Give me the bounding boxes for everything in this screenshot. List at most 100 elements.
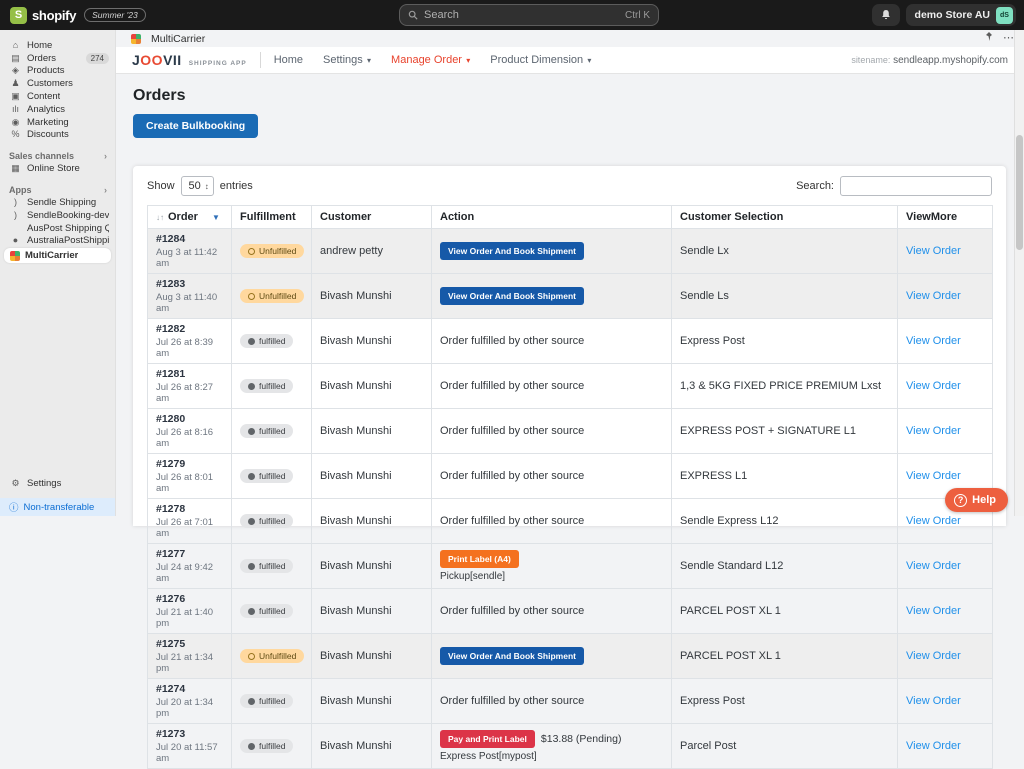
page-scrollbar[interactable] <box>1014 30 1024 516</box>
non-transferable-banner[interactable]: ⓘ Non-transferable <box>0 498 115 516</box>
table-search-input[interactable] <box>840 176 992 196</box>
customer-cell: andrew petty <box>312 229 432 274</box>
view-order-link[interactable]: View Order <box>906 335 961 347</box>
filled-circle-icon <box>248 743 255 750</box>
view-order-link[interactable]: View Order <box>906 650 961 662</box>
column-header-customer[interactable]: Customer <box>312 206 432 229</box>
scrollbar-thumb[interactable] <box>1016 135 1023 250</box>
action-text: Order fulfilled by other source <box>440 695 584 707</box>
view-order-link[interactable]: View Order <box>906 245 961 257</box>
table-row: #1279Jul 26 at 8:01 amfulfilledBivash Mu… <box>148 454 993 499</box>
pay-print-label-button[interactable]: Pay and Print Label <box>440 730 535 748</box>
sidebar-item-online-store[interactable]: ▦Online Store <box>0 162 115 175</box>
sidebar-item-auspost-shipping-quote-[interactable]: AusPost Shipping Quote &... <box>0 222 115 235</box>
sidebar-item-australiapostshipping-v2[interactable]: ●AustraliaPostShipping_v2 <box>0 235 115 248</box>
sidebar-item-multicarrier[interactable]: MultiCarrier <box>4 248 111 263</box>
column-header-order[interactable]: ↓↑Order▼ <box>148 206 232 229</box>
column-header-customer-selection[interactable]: Customer Selection <box>672 206 898 229</box>
fulfillment-cell: Unfulfilled <box>232 229 312 274</box>
open-circle-icon <box>248 653 255 660</box>
sidebar-item-label: Analytics <box>27 104 65 115</box>
view-order-link[interactable]: View Order <box>906 515 961 527</box>
help-button[interactable]: ? Help <box>945 488 1008 512</box>
view-order-link[interactable]: View Order <box>906 695 961 707</box>
action-text: Order fulfilled by other source <box>440 515 584 527</box>
australia-post-icon: ● <box>9 236 22 245</box>
joovii-logo[interactable]: JOOVII SHIPPING APP <box>132 52 247 68</box>
column-header-fulfillment[interactable]: Fulfillment <box>232 206 312 229</box>
book-shipment-button[interactable]: View Order And Book Shipment <box>440 242 584 260</box>
order-cell: #1275Jul 21 at 1:34 pm <box>148 634 232 679</box>
fulfillment-status: fulfilled <box>259 471 285 481</box>
sidebar-item-discounts[interactable]: %Discounts <box>0 129 115 142</box>
sidebar-item-products[interactable]: ◈Products <box>0 65 115 78</box>
order-date: Jul 20 at 11:57 am <box>156 742 223 764</box>
fulfillment-badge: fulfilled <box>240 334 293 348</box>
search-icon <box>408 10 418 20</box>
view-order-link[interactable]: View Order <box>906 605 961 617</box>
sidebar-item-settings[interactable]: ⚙ Settings <box>0 477 115 490</box>
fulfillment-cell: fulfilled <box>232 724 312 769</box>
viewmore-cell: View Order <box>898 319 993 364</box>
column-header-action[interactable]: Action <box>432 206 672 229</box>
sitename-label: sitename: <box>851 55 890 65</box>
view-order-link[interactable]: View Order <box>906 740 961 752</box>
app-nav-manage-order[interactable]: Manage Order ▾ <box>391 54 470 66</box>
page-title: Orders <box>133 87 1024 105</box>
notifications-button[interactable] <box>872 4 900 26</box>
book-shipment-button[interactable]: View Order And Book Shipment <box>440 287 584 305</box>
sidebar-item-sendlebooking-dev[interactable]: )SendleBooking-dev <box>0 209 115 222</box>
view-order-link[interactable]: View Order <box>906 470 961 482</box>
order-cell: #1273Jul 20 at 11:57 am <box>148 724 232 769</box>
order-date: Jul 21 at 1:40 pm <box>156 607 223 629</box>
table-row: #1280Jul 26 at 8:16 amfulfilledBivash Mu… <box>148 409 993 454</box>
global-search-input[interactable]: Search Ctrl K <box>399 4 659 26</box>
view-order-link[interactable]: View Order <box>906 425 961 437</box>
sidebar-item-home[interactable]: ⌂Home <box>0 39 115 52</box>
column-header-label: Order <box>168 211 198 223</box>
book-shipment-button[interactable]: View Order And Book Shipment <box>440 647 584 665</box>
print-label-button[interactable]: Print Label (A4) <box>440 550 519 568</box>
column-header-viewmore[interactable]: ViewMore <box>898 206 993 229</box>
sidebar-item-sendle-shipping[interactable]: )Sendle Shipping <box>0 196 115 209</box>
info-icon: ⓘ <box>9 500 19 514</box>
view-order-link[interactable]: View Order <box>906 290 961 302</box>
customers-icon: ♟ <box>9 79 22 88</box>
question-mark-icon: ? <box>954 494 967 507</box>
sidebar-item-marketing[interactable]: ◉Marketing <box>0 116 115 129</box>
app-nav-home[interactable]: Home <box>274 54 303 66</box>
pay-line: Pay and Print Label$13.88 (Pending) <box>440 730 663 748</box>
sidebar-item-orders[interactable]: ▤Orders274 <box>0 52 115 65</box>
shopify-logo[interactable]: S shopify <box>0 7 76 24</box>
page-size-select[interactable]: 50 ↕ <box>181 176 214 196</box>
sidebar-item-customers[interactable]: ♟Customers <box>0 77 115 90</box>
order-number: #1276 <box>156 593 223 605</box>
store-avatar: dS <box>996 7 1013 24</box>
order-date: Jul 20 at 1:34 pm <box>156 697 223 719</box>
apps-label: Apps <box>9 185 32 195</box>
sidebar-item-label: Products <box>27 65 65 76</box>
orders-icon: ▤ <box>9 54 22 63</box>
action-cell: Order fulfilled by other source <box>432 679 672 724</box>
sidebar-item-label: Discounts <box>27 129 69 140</box>
sales-channels-header[interactable]: Sales channels › <box>0 150 115 162</box>
view-order-link[interactable]: View Order <box>906 380 961 392</box>
viewmore-cell: View Order <box>898 544 993 589</box>
fulfillment-status: fulfilled <box>259 696 285 706</box>
overflow-menu-icon[interactable]: ⋯ <box>1003 33 1014 44</box>
sidebar-item-content[interactable]: ▣Content <box>0 90 115 103</box>
brand-vii: VII <box>163 52 182 68</box>
viewmore-cell: View Order <box>898 229 993 274</box>
chevron-down-icon: ▾ <box>464 56 470 65</box>
view-order-link[interactable]: View Order <box>906 560 961 572</box>
pin-icon[interactable] <box>984 32 994 45</box>
show-label: Show <box>147 180 175 192</box>
apps-header[interactable]: Apps › <box>0 184 115 196</box>
store-menu-button[interactable]: demo Store AU dS <box>906 4 1016 26</box>
app-nav-settings[interactable]: Settings ▾ <box>323 54 371 66</box>
sidebar-main-nav: ⌂Home▤Orders274◈Products♟Customers▣Conte… <box>0 30 115 141</box>
order-number: #1274 <box>156 683 223 695</box>
sidebar-item-analytics[interactable]: ılıAnalytics <box>0 103 115 116</box>
app-nav-product-dimension[interactable]: Product Dimension ▾ <box>490 54 591 66</box>
create-bulkbooking-button[interactable]: Create Bulkbooking <box>133 114 258 138</box>
